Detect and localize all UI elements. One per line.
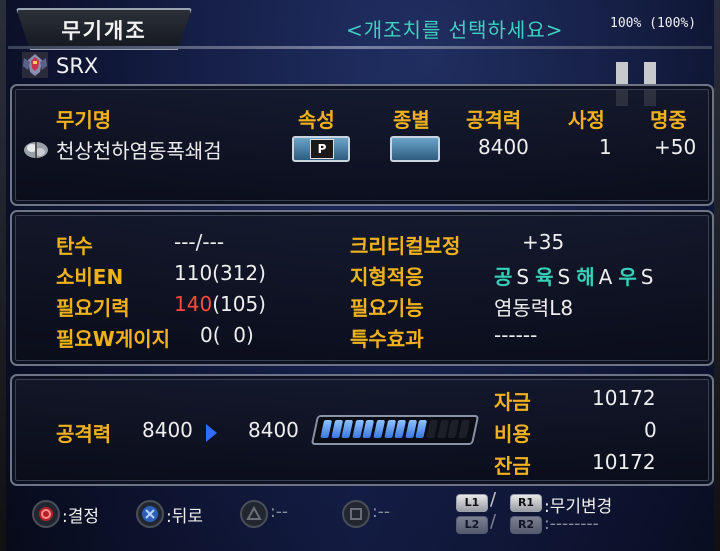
upgrade-bar-segment: [447, 420, 460, 438]
terrain-sea-type: 해: [576, 265, 595, 289]
terrain-space-type: 우: [618, 265, 637, 289]
morale-current: (105): [212, 292, 266, 316]
type-badge: [390, 136, 440, 162]
w-gauge-value: 0( 0): [200, 323, 254, 347]
r1-button[interactable]: R1: [510, 494, 542, 512]
upgrade-current: 8400: [142, 418, 193, 442]
back-label: :뒤로: [166, 507, 204, 527]
crit-value: +35: [522, 230, 565, 254]
upgrade-level-bar[interactable]: [310, 415, 480, 445]
robot-portrait-icon: [22, 52, 48, 78]
morale-required: 140: [174, 292, 213, 316]
terrain-air-type: 공: [494, 265, 513, 289]
terrain-air-rank: S: [516, 265, 530, 289]
terrain-land-type: 육: [535, 265, 554, 289]
col-accuracy: 명중: [650, 108, 687, 132]
square-symbol-icon: [350, 508, 362, 520]
triangle-symbol-icon: [246, 505, 262, 520]
w-gauge-label: 필요W게이지: [56, 327, 171, 351]
upgrade-bar-segment: [341, 420, 354, 438]
screen-title: 무기개조: [61, 19, 147, 43]
terrain-space-rank: S: [640, 265, 654, 289]
cost-value: 0: [644, 418, 657, 442]
cross-symbol-icon: [142, 506, 158, 522]
screen-title-tab: 무기개조: [16, 8, 192, 50]
balance-label: 잔금: [494, 454, 531, 478]
terrain-label: 지형적응: [350, 265, 424, 289]
cross-button[interactable]: [136, 500, 164, 528]
triangle-label: :--: [270, 502, 288, 522]
l2-button[interactable]: L2: [456, 516, 488, 534]
frame-left: [0, 0, 6, 551]
upgrade-bar-segment: [373, 420, 386, 438]
funds-label: 자금: [494, 390, 531, 414]
confirm-label: :결정: [62, 507, 100, 527]
upgrade-bar-segment: [394, 420, 407, 438]
col-range: 사정: [568, 108, 605, 132]
col-type: 종별: [393, 108, 430, 132]
square-label: :--: [372, 502, 390, 522]
square-button[interactable]: [342, 500, 370, 528]
special-label: 특수효과: [350, 327, 424, 351]
triangle-button[interactable]: [240, 500, 268, 528]
ammo-value: ---/---: [174, 230, 225, 254]
morale-label: 필요기력: [56, 296, 130, 320]
instruction-text: <개조치를 선택하세요>: [346, 18, 564, 42]
terrain-sea-rank: A: [598, 265, 613, 289]
circle-symbol-icon: [39, 507, 53, 521]
weapon-upgrade-screen: 무기개조 <개조치를 선택하세요> 100% (100%) SRX 무기명 속성…: [0, 0, 720, 551]
upgrade-bar-segment: [458, 420, 470, 438]
robot-name: SRX: [56, 54, 99, 78]
en-label: 소비EN: [56, 265, 124, 289]
l1-button[interactable]: L1: [456, 494, 488, 512]
lr2-action-label: :--------: [544, 514, 599, 534]
upgrade-label: 공격력: [56, 422, 112, 446]
terrain-ranks: 공S육S해A우S: [494, 261, 653, 290]
header-divider: [8, 46, 712, 49]
weapon-type-icon: [24, 142, 48, 158]
frame-right: [714, 0, 720, 551]
circle-button[interactable]: [32, 500, 60, 528]
crit-label: 크리티컬보정: [350, 234, 461, 258]
weapon-accuracy: +50: [654, 135, 697, 159]
weapon-attack: 8400: [478, 135, 529, 159]
ammo-label: 탄수: [56, 234, 93, 258]
lr1-separator: /: [490, 489, 497, 510]
special-value: ------: [494, 323, 538, 347]
col-attack: 공격력: [466, 108, 522, 132]
col-attribute: 속성: [298, 108, 335, 132]
weapon-range: 1: [599, 135, 612, 159]
skill-label: 필요기능: [350, 296, 424, 320]
scale-readout: 100% (100%): [610, 16, 697, 31]
col-weapon-name: 무기명: [56, 108, 112, 132]
r2-button[interactable]: R2: [510, 516, 542, 534]
lr2-separator: /: [490, 511, 497, 532]
funds-value: 10172: [592, 386, 656, 410]
upgrade-next: 8400: [248, 418, 299, 442]
en-value: 110(312): [174, 261, 266, 285]
weapon-name[interactable]: 천상천하염동폭쇄검: [56, 135, 222, 164]
cost-label: 비용: [494, 422, 531, 446]
attribute-p-label: P: [310, 139, 334, 159]
morale-value: 140(105): [174, 292, 266, 316]
skill-value: 염동력L8: [494, 296, 574, 320]
upgrade-bar-segment: [426, 420, 439, 438]
arrow-right-icon: [206, 424, 217, 442]
terrain-land-rank: S: [557, 265, 571, 289]
attribute-badge: P: [292, 136, 350, 162]
upgrade-bar-segment: [320, 420, 333, 438]
balance-value: 10172: [592, 450, 656, 474]
